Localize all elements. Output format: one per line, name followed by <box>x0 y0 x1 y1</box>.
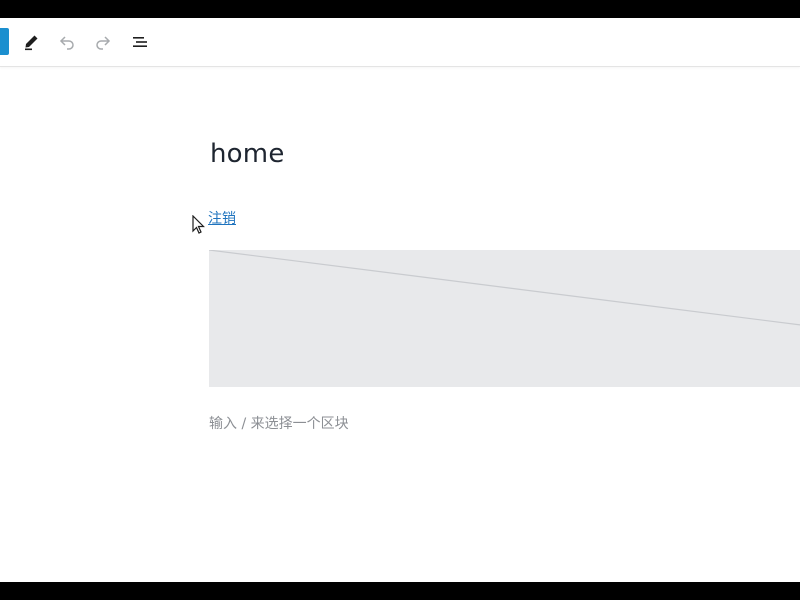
redo-button[interactable] <box>87 26 119 58</box>
post-title[interactable]: home <box>210 139 285 169</box>
redo-icon <box>93 32 113 52</box>
editor-window: home 注销 输入 / 来选择一个区块 <box>0 18 800 582</box>
placeholder-diagonal <box>209 250 800 326</box>
logout-link[interactable]: 注销 <box>208 208 236 228</box>
list-view-icon <box>130 32 150 52</box>
image-placeholder-block[interactable] <box>209 250 800 387</box>
mouse-pointer-icon <box>192 214 206 239</box>
editor-toolbar <box>0 18 800 67</box>
undo-icon <box>57 32 77 52</box>
editor-canvas[interactable]: home 注销 输入 / 来选择一个区块 <box>0 67 800 582</box>
document-overview-button[interactable] <box>124 26 156 58</box>
undo-button[interactable] <box>51 26 83 58</box>
pencil-icon <box>21 32 41 52</box>
block-inserter-button[interactable] <box>0 28 9 55</box>
tools-button[interactable] <box>15 26 47 58</box>
block-appender-prompt[interactable]: 输入 / 来选择一个区块 <box>209 413 349 433</box>
